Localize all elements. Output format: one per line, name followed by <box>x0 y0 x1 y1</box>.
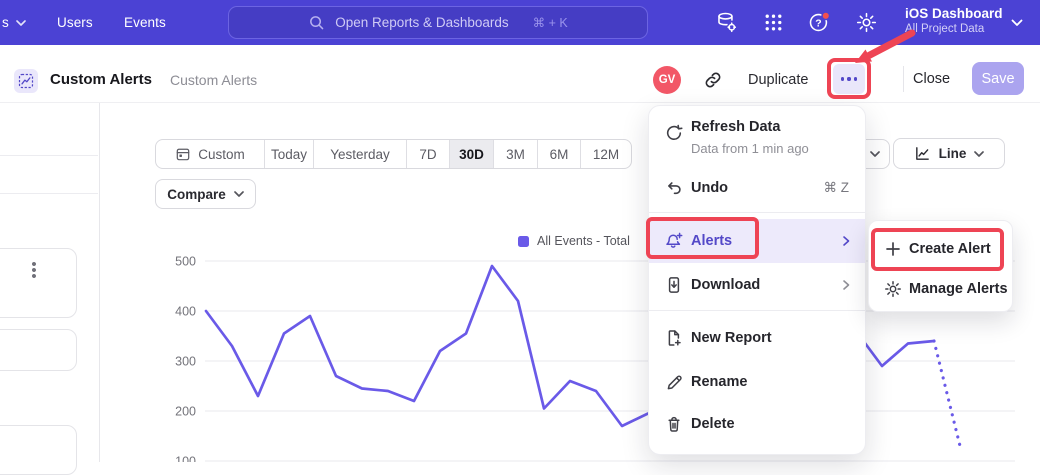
chevron-right-icon <box>839 278 853 292</box>
more-dots-icon <box>841 77 844 80</box>
range-12m[interactable]: 12M <box>580 140 631 168</box>
legend-swatch <box>518 236 529 247</box>
compare-button[interactable]: Compare <box>155 179 256 209</box>
project-switcher[interactable]: iOS Dashboard All Project Data <box>905 5 1003 37</box>
alerts-submenu: Create Alert Manage Alerts <box>868 220 1013 312</box>
save-button[interactable]: Save <box>972 62 1024 95</box>
chevron-down-icon <box>16 20 26 26</box>
chevron-down-icon <box>870 151 880 157</box>
menu-item-download[interactable]: Download <box>649 263 865 307</box>
chevron-down-icon <box>974 151 984 157</box>
range-custom[interactable]: Custom <box>156 140 264 168</box>
chart-legend: All Events - Total <box>518 234 630 248</box>
breadcrumb[interactable]: Custom Alerts <box>170 72 257 88</box>
nav-item-users[interactable]: Users <box>57 0 93 45</box>
search-shortcut: ⌘ + K <box>533 15 568 30</box>
menu-item-alerts[interactable]: Alerts <box>649 219 865 263</box>
sidebar-row-divider <box>0 193 98 194</box>
file-plus-icon <box>665 329 683 347</box>
menu-item-sublabel: Data from 1 min ago <box>691 141 809 156</box>
sidebar-card[interactable]: ••• <box>0 248 77 318</box>
insights-chart-icon <box>18 73 34 89</box>
menu-item-refresh-data[interactable]: Refresh Data Data from 1 min ago <box>649 114 865 164</box>
y-axis-tick-label: 400 <box>175 305 196 319</box>
sidebar-card[interactable] <box>0 329 77 371</box>
report-type-tile <box>14 69 38 93</box>
bell-plus-icon <box>665 232 683 250</box>
chevron-down-icon <box>1011 19 1023 27</box>
y-axis-tick-label: 100 <box>175 455 196 463</box>
date-range-control: Custom Today Yesterday 7D 30D 3M 6M 12M <box>155 139 632 169</box>
kebab-menu-icon[interactable]: ••• <box>26 262 42 280</box>
undo-icon <box>665 179 683 197</box>
trash-icon <box>665 415 683 433</box>
legend-label: All Events - Total <box>537 234 630 248</box>
range-today[interactable]: Today <box>264 140 313 168</box>
submenu-item-create-alert[interactable]: Create Alert <box>869 229 1012 269</box>
plus-icon <box>884 240 902 258</box>
svg-text:?: ? <box>815 18 821 29</box>
range-6m[interactable]: 6M <box>537 140 580 168</box>
calendar-icon <box>175 146 191 162</box>
close-button[interactable]: Close <box>913 71 950 87</box>
notification-dot <box>822 12 830 20</box>
sidebar-divider <box>99 103 100 462</box>
project-scope: All Project Data <box>905 22 1003 37</box>
chart-type-button[interactable]: Line <box>893 138 1005 169</box>
settings-gear-icon[interactable] <box>855 11 878 34</box>
gear-icon <box>884 280 902 298</box>
refresh-icon <box>665 124 683 142</box>
menu-item-shortcut: ⌘ Z <box>824 180 850 196</box>
duplicate-button[interactable]: Duplicate <box>748 72 808 88</box>
menu-item-rename[interactable]: Rename <box>649 360 865 404</box>
sidebar-row-divider <box>0 155 98 156</box>
chevron-down-icon <box>234 191 244 197</box>
sidebar-card[interactable] <box>0 425 77 475</box>
search-icon <box>308 14 325 31</box>
y-axis-tick-label: 300 <box>175 355 196 369</box>
series-line-projected-dotted <box>934 341 960 446</box>
menu-item-delete[interactable]: Delete <box>649 402 865 446</box>
avatar[interactable]: GV <box>653 66 681 94</box>
submenu-item-manage-alerts[interactable]: Manage Alerts <box>869 269 1012 309</box>
top-navbar: s Users Events Open Reports & Dashboards… <box>0 0 1040 45</box>
nav-partial-label: s <box>2 15 9 30</box>
report-context-menu: Refresh Data Data from 1 min ago Undo ⌘ … <box>648 105 866 455</box>
search-input[interactable]: Open Reports & Dashboards ⌘ + K <box>228 6 648 39</box>
data-management-icon[interactable] <box>715 11 738 34</box>
menu-item-undo[interactable]: Undo ⌘ Z <box>649 166 865 210</box>
download-icon <box>665 276 683 294</box>
pencil-icon <box>665 373 683 391</box>
header-divider <box>903 66 904 92</box>
more-options-button[interactable] <box>833 64 865 94</box>
search-placeholder: Open Reports & Dashboards <box>335 15 508 30</box>
y-axis-tick-label: 200 <box>175 405 196 419</box>
share-link-icon[interactable] <box>703 70 723 90</box>
chevron-right-icon <box>839 234 853 248</box>
menu-divider <box>649 310 865 311</box>
menu-item-new-report[interactable]: New Report <box>649 316 865 360</box>
nav-item-boards-partial[interactable]: s <box>2 0 26 45</box>
range-3m[interactable]: 3M <box>493 140 537 168</box>
y-axis-tick-label: 500 <box>175 255 196 269</box>
nav-item-events[interactable]: Events <box>124 0 166 45</box>
range-yesterday[interactable]: Yesterday <box>313 140 406 168</box>
range-30d-selected[interactable]: 30D <box>449 140 493 168</box>
project-name: iOS Dashboard <box>905 5 1003 22</box>
report-header: Custom Alerts Custom Alerts GV Duplicate… <box>0 45 1040 103</box>
apps-grid-icon[interactable] <box>762 11 785 34</box>
range-7d[interactable]: 7D <box>406 140 449 168</box>
line-chart-icon <box>914 145 931 162</box>
page-title: Custom Alerts <box>50 71 152 88</box>
help-icon[interactable]: ? <box>808 11 831 34</box>
menu-divider <box>649 212 865 213</box>
